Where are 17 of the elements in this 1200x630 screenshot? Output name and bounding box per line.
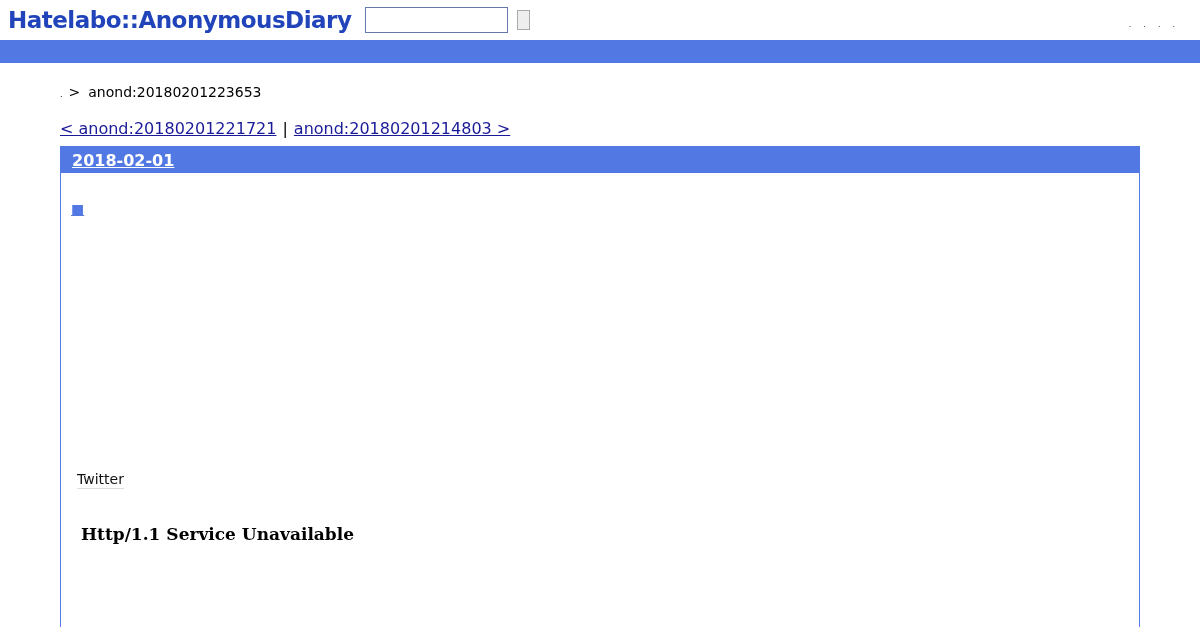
breadcrumb-current: anond:20180201223653 <box>88 84 262 100</box>
entry-link[interactable]: ■ <box>71 201 85 217</box>
twitter-link[interactable]: Twitter <box>77 471 124 489</box>
search-button[interactable] <box>517 10 531 30</box>
header-link[interactable]: . <box>1157 19 1161 29</box>
pager-divider: | <box>282 119 288 138</box>
date-link[interactable]: 2018-02-01 <box>72 150 175 170</box>
header-link[interactable]: . <box>1172 19 1175 29</box>
site-logo[interactable]: Hatelabo::AnonymousDiary <box>8 7 352 33</box>
next-entry-link[interactable]: anond:20180201214803 > <box>293 119 511 138</box>
breadcrumb-separator: > <box>68 84 81 100</box>
search-field[interactable] <box>365 7 509 33</box>
header-link[interactable]: . <box>1128 19 1132 29</box>
home-link[interactable]: . <box>60 90 63 99</box>
error-message: Http/1.1 Service Unavailable <box>81 524 355 544</box>
header-link[interactable]: . <box>1143 19 1146 29</box>
prev-entry-link[interactable]: < anond:20180201221721 <box>60 119 277 138</box>
